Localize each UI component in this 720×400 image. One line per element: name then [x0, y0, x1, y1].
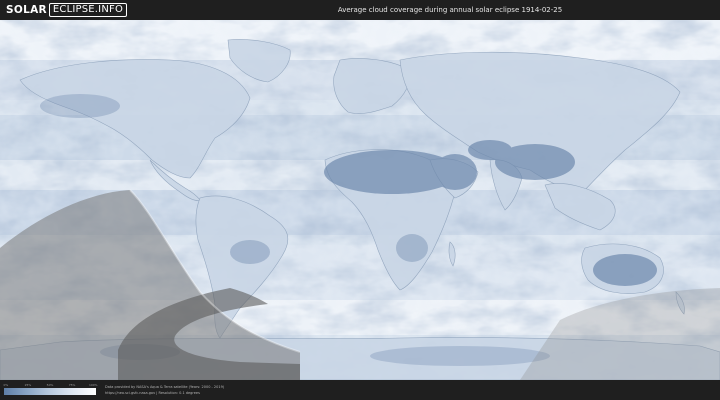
cloud-coverage-map — [0, 20, 720, 380]
map-title: Average cloud coverage during annual sol… — [337, 6, 563, 14]
logo-text-solar: SOLAR — [6, 4, 47, 16]
site-logo[interactable]: SOLAR ECLIPSE.INFO — [6, 3, 128, 17]
legend-tick-25: 25% — [24, 383, 32, 387]
data-credits: Data provided by NASA's Aqua & Terra sat… — [105, 384, 224, 396]
credits-line-2[interactable]: https://neo.sci.gsfc.nasa.gov | Resoluti… — [105, 390, 224, 396]
footer-bar: 0% 25% 50% 75% 100% Data provided by NAS… — [0, 380, 720, 400]
legend-tick-100: 100% — [88, 383, 98, 387]
color-legend: 0% 25% 50% 75% 100% — [3, 383, 98, 395]
header-bar: SOLAR ECLIPSE.INFO Average cloud coverag… — [0, 0, 720, 20]
legend-gradient-bar — [4, 388, 96, 395]
legend-tick-75: 75% — [68, 383, 76, 387]
legend-tick-50: 50% — [46, 383, 54, 387]
page: SOLAR ECLIPSE.INFO Average cloud coverag… — [0, 0, 720, 400]
legend-tick-0: 0% — [3, 383, 9, 387]
logo-text-eclipse-info: ECLIPSE.INFO — [48, 3, 128, 17]
legend-ticks: 0% 25% 50% 75% 100% — [3, 383, 98, 388]
